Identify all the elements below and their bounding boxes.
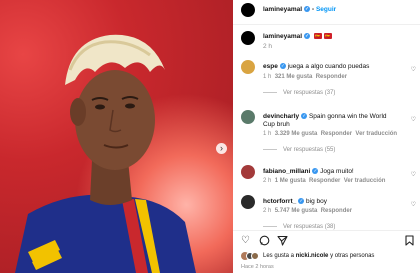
comment-username[interactable]: hctorforrt_ [263, 198, 296, 205]
caption-line: lamineyamal ✓ 🇪🇸 🇪🇸 [263, 33, 332, 40]
follow-button[interactable]: Seguir [316, 6, 336, 13]
comment-likes[interactable]: 5.747 Me gusta [275, 208, 318, 214]
player-illustration [15, 34, 196, 273]
separator-dot: • [311, 6, 315, 13]
comment-like-heart-icon[interactable]: ♡ [411, 201, 416, 208]
comment-line: hctorforrt_ ✓ big boy [263, 198, 327, 205]
comment-meta: 1 h 3.329 Me gusta Responder Ver traducc… [263, 131, 398, 137]
verified-icon: ✓ [298, 198, 305, 205]
post-photo[interactable]: › [0, 0, 233, 273]
liked-by-avatars [241, 252, 265, 260]
comment-text-continued: Cup bruh [263, 121, 290, 128]
comment-avatar[interactable] [241, 165, 255, 179]
comment-text: Joga muito! [320, 168, 354, 175]
caption-avatar[interactable] [241, 31, 255, 45]
liked-by-user[interactable]: nicki.nicole [296, 253, 329, 259]
spain-flag-icon: 🇪🇸 [313, 33, 322, 40]
comment-likes[interactable]: 3.329 Me gusta [275, 131, 318, 137]
next-arrow-icon[interactable]: › [216, 143, 227, 154]
comment-icon[interactable] [259, 235, 270, 250]
translate-button[interactable]: Ver traducción [344, 178, 386, 184]
post-sidebar: lamineyamal ✓ • Seguir lamineyamal ✓ 🇪🇸 🇪🇸 … [233, 0, 420, 273]
comment-meta: 2 h 5.747 Me gusta Responder [263, 208, 353, 214]
comment-line: espe ✓ juega a algo cuando puedas [263, 63, 369, 70]
post-header: lamineyamal ✓ • Seguir [233, 0, 420, 25]
reply-button[interactable]: Responder [321, 208, 352, 214]
post-timestamp: Hace 2 horas [241, 264, 274, 270]
verified-icon: ✓ [304, 6, 311, 13]
comment-meta: 1 h 321 Me gusta Responder [263, 74, 348, 80]
caption-username[interactable]: lamineyamal [263, 33, 302, 40]
reply-button[interactable]: Responder [309, 178, 340, 184]
bookmark-icon[interactable] [405, 235, 414, 250]
liked-by-text: Les gusta a nicki.nicole y otras persona… [263, 253, 375, 259]
comment-text: big boy [306, 198, 328, 205]
reply-button[interactable]: Responder [316, 74, 347, 80]
comment-line: fabiano_millani ✓ Joga muito! [263, 168, 354, 175]
comment-likes[interactable]: 1 Me gusta [275, 178, 306, 184]
comment-meta: 2 h 1 Me gusta Responder Ver traducción [263, 178, 386, 184]
share-icon[interactable] [277, 235, 288, 250]
avatar[interactable] [241, 3, 255, 17]
view-replies-button[interactable]: Ver respuestas (55) [263, 147, 335, 153]
verified-icon: ✓ [301, 113, 308, 120]
caption-time: 2 h [263, 43, 273, 50]
post-username[interactable]: lamineyamal [263, 6, 302, 13]
comment-like-heart-icon[interactable]: ♡ [411, 116, 416, 123]
comment-like-heart-icon[interactable]: ♡ [411, 171, 416, 178]
comment-avatar[interactable] [241, 110, 255, 124]
comment-like-heart-icon[interactable]: ♡ [411, 66, 416, 73]
comment-avatar[interactable] [241, 60, 255, 74]
verified-icon: ✓ [304, 33, 311, 40]
comment-username[interactable]: espe [263, 63, 278, 70]
heart-icon[interactable]: ♡ [241, 235, 250, 247]
comment-username[interactable]: devincharly [263, 113, 299, 120]
post-actions: ♡ Les gusta a nicki.nicole y otras perso… [233, 230, 420, 274]
comment-username[interactable]: fabiano_millani [263, 168, 310, 175]
comment-line: devincharly ✓ Spain gonna win the World [263, 113, 387, 120]
spain-flag-icon: 🇪🇸 [323, 33, 332, 40]
comment-text: Spain gonna win the World [308, 113, 387, 120]
verified-icon: ✓ [279, 63, 286, 70]
comment-text: juega a algo cuando puedas [287, 63, 370, 70]
reply-button[interactable]: Responder [321, 131, 352, 137]
comment-likes[interactable]: 321 Me gusta [275, 74, 313, 80]
comment-avatar[interactable] [241, 195, 255, 209]
verified-icon: ✓ [312, 168, 319, 175]
view-replies-button[interactable]: Ver respuestas (37) [263, 90, 335, 96]
translate-button[interactable]: Ver traducción [355, 131, 397, 137]
